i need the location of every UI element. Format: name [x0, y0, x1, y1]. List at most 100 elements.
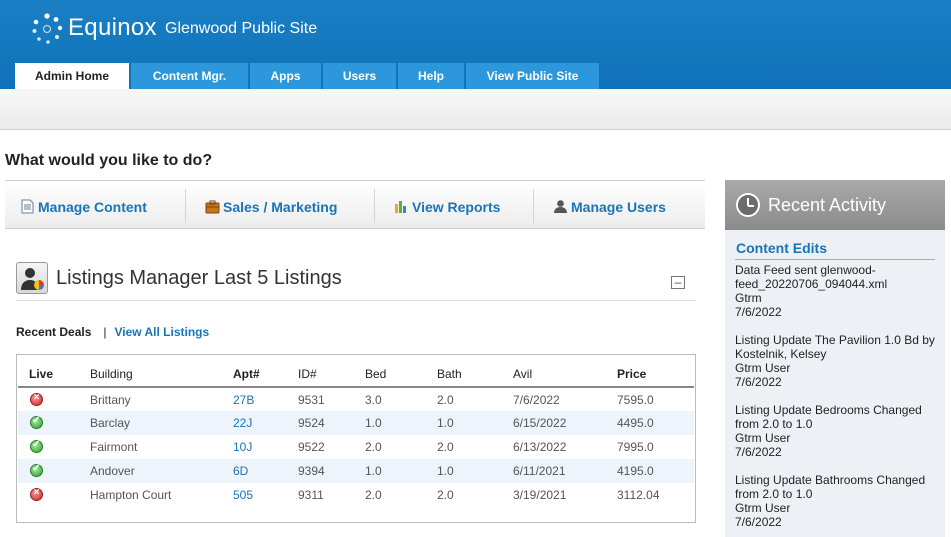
apt-link[interactable]: 27B — [233, 393, 254, 407]
listings-table: Live Building Apt# ID# Bed Bath Avil Pri… — [18, 356, 694, 507]
apt-link[interactable]: 505 — [233, 488, 253, 502]
divider — [374, 189, 375, 223]
site-name: Glenwood Public Site — [165, 20, 318, 37]
column-header-building[interactable]: Building — [90, 356, 233, 387]
bed-cell: 2.0 — [365, 488, 382, 502]
recent-activity-title: Recent Activity — [768, 195, 887, 215]
activity-date: 7/6/2022 — [735, 375, 782, 389]
view-reports-label: View Reports — [412, 199, 501, 215]
bar-chart-icon — [395, 201, 406, 213]
column-header-bath[interactable]: Bath — [437, 356, 513, 387]
building-cell: Andover — [90, 464, 135, 478]
clock-icon — [736, 193, 760, 217]
apt-cell: 10J — [233, 435, 298, 459]
link-separator: | — [103, 325, 107, 339]
apt-link[interactable]: 22J — [233, 416, 252, 430]
activity-entry: Data Feed sent glenwood-feed_20220706_09… — [725, 260, 945, 319]
building-cell: Hampton Court — [90, 488, 172, 502]
view-all-listings-link[interactable]: View All Listings — [115, 325, 210, 339]
collapse-button[interactable]: – — [671, 276, 685, 289]
column-header-avil[interactable]: Avil — [513, 356, 617, 387]
table-row: ✓ Barclay 22J 9524 1.0 1.0 6/15/2022 4495.0 — [18, 411, 694, 435]
divider — [533, 189, 534, 223]
id-cell: 9531 — [298, 392, 325, 407]
manage-content-label: Manage Content — [38, 199, 147, 215]
id-cell: 9524 — [298, 416, 325, 430]
table-header-row: Live Building Apt# ID# Bed Bath Avil Pri… — [18, 356, 694, 387]
activity-text: Listing Update The Pavilion 1.0 Bd by Ko… — [735, 333, 935, 361]
activity-user: Gtrm User — [735, 361, 791, 375]
column-header-live[interactable]: Live — [18, 356, 90, 387]
tab-apps[interactable]: Apps — [250, 63, 321, 89]
activity-text: Listing Update Bathrooms Changed from 2.… — [735, 473, 926, 501]
manage-content-button[interactable]: Manage Content — [20, 181, 147, 228]
sales-marketing-button[interactable]: Sales / Marketing — [205, 181, 337, 228]
id-cell: 9522 — [298, 440, 325, 454]
live-check-icon[interactable]: ✓ — [30, 415, 43, 429]
column-header-id[interactable]: ID# — [298, 356, 365, 387]
document-icon — [21, 199, 34, 214]
app-header: Equinox Glenwood Public Site Admin Home … — [0, 0, 951, 89]
activity-entry: Listing Update Bedrooms Changed from 2.0… — [725, 389, 945, 459]
main-nav-tabs: Admin Home Content Mgr. Apps Users Help … — [15, 63, 601, 89]
bed-cell: 2.0 — [365, 440, 382, 454]
tab-users[interactable]: Users — [323, 63, 396, 89]
listings-table-container: Live Building Apt# ID# Bed Bath Avil Pri… — [16, 354, 696, 523]
listings-manager-icon — [16, 262, 48, 294]
price-cell: 7595.0 — [617, 392, 654, 407]
live-cell: ✓ — [18, 459, 90, 483]
column-header-price[interactable]: Price — [617, 356, 694, 387]
price-cell: 4195.0 — [617, 464, 654, 478]
apt-cell: 6D — [233, 459, 298, 483]
activity-text: Data Feed sent glenwood-feed_20220706_09… — [735, 263, 888, 291]
live-check-icon[interactable]: ✓ — [30, 463, 43, 477]
apt-link[interactable]: 10J — [233, 440, 252, 454]
deal-links: Recent Deals | View All Listings — [16, 325, 209, 339]
avil-cell: 6/15/2022 — [513, 416, 567, 430]
live-cell: ✓ — [18, 411, 90, 435]
table-row: ✓ Andover 6D 9394 1.0 1.0 6/11/2021 4195.0 — [18, 459, 694, 483]
divider — [185, 189, 186, 223]
activity-user: Gtrm User — [735, 501, 791, 515]
activity-date: 7/6/2022 — [735, 515, 782, 529]
price-cell: 7995.0 — [617, 440, 654, 454]
avil-cell: 6/13/2022 — [513, 440, 567, 454]
live-check-icon[interactable]: ✓ — [30, 439, 43, 453]
not-live-x-icon[interactable]: × — [30, 487, 43, 501]
building-cell: Barclay — [90, 416, 131, 430]
tab-view-public-site[interactable]: View Public Site — [466, 63, 599, 89]
divider — [16, 300, 696, 301]
bed-cell: 1.0 — [365, 416, 382, 430]
avil-cell: 3/19/2021 — [513, 488, 567, 502]
table-row: × Brittany 27B 9531 3.0 2.0 7/6/2022 7595.0 — [18, 387, 694, 411]
apt-cell: 27B — [233, 387, 298, 411]
apt-cell: 505 — [233, 483, 298, 507]
user-icon — [554, 200, 567, 213]
bed-cell: 3.0 — [365, 392, 382, 407]
activity-list: Data Feed sent glenwood-feed_20220706_09… — [725, 260, 945, 529]
apt-link[interactable]: 6D — [233, 464, 248, 478]
bath-cell: 1.0 — [437, 464, 454, 478]
avil-cell: 6/11/2021 — [513, 464, 566, 478]
column-header-apt[interactable]: Apt# — [233, 356, 298, 387]
page-question: What would you like to do? — [5, 152, 213, 169]
view-reports-button[interactable]: View Reports — [394, 181, 500, 228]
quick-actions-bar: Manage Content Sales / Marketing View Re… — [5, 180, 705, 229]
sub-toolbar — [0, 89, 951, 130]
not-live-x-icon[interactable]: × — [30, 392, 43, 406]
column-header-bed[interactable]: Bed — [365, 356, 437, 387]
recent-activity-panel: Recent Activity Content Edits Data Feed … — [725, 180, 945, 537]
building-cell: Brittany — [90, 392, 131, 407]
listings-table-body: × Brittany 27B 9531 3.0 2.0 7/6/2022 7595.0 ✓ Bar… — [18, 387, 694, 507]
live-cell: × — [18, 483, 90, 507]
tab-admin-home[interactable]: Admin Home — [15, 63, 129, 89]
activity-user: Gtrm User — [735, 431, 791, 445]
manage-users-button[interactable]: Manage Users — [553, 181, 666, 228]
avil-cell: 7/6/2022 — [513, 392, 560, 407]
bed-cell: 1.0 — [365, 464, 382, 478]
id-cell: 9311 — [298, 488, 324, 502]
recent-deals-label: Recent Deals — [16, 325, 92, 339]
tab-help[interactable]: Help — [398, 63, 464, 89]
apt-cell: 22J — [233, 411, 298, 435]
tab-content-mgr[interactable]: Content Mgr. — [131, 63, 248, 89]
